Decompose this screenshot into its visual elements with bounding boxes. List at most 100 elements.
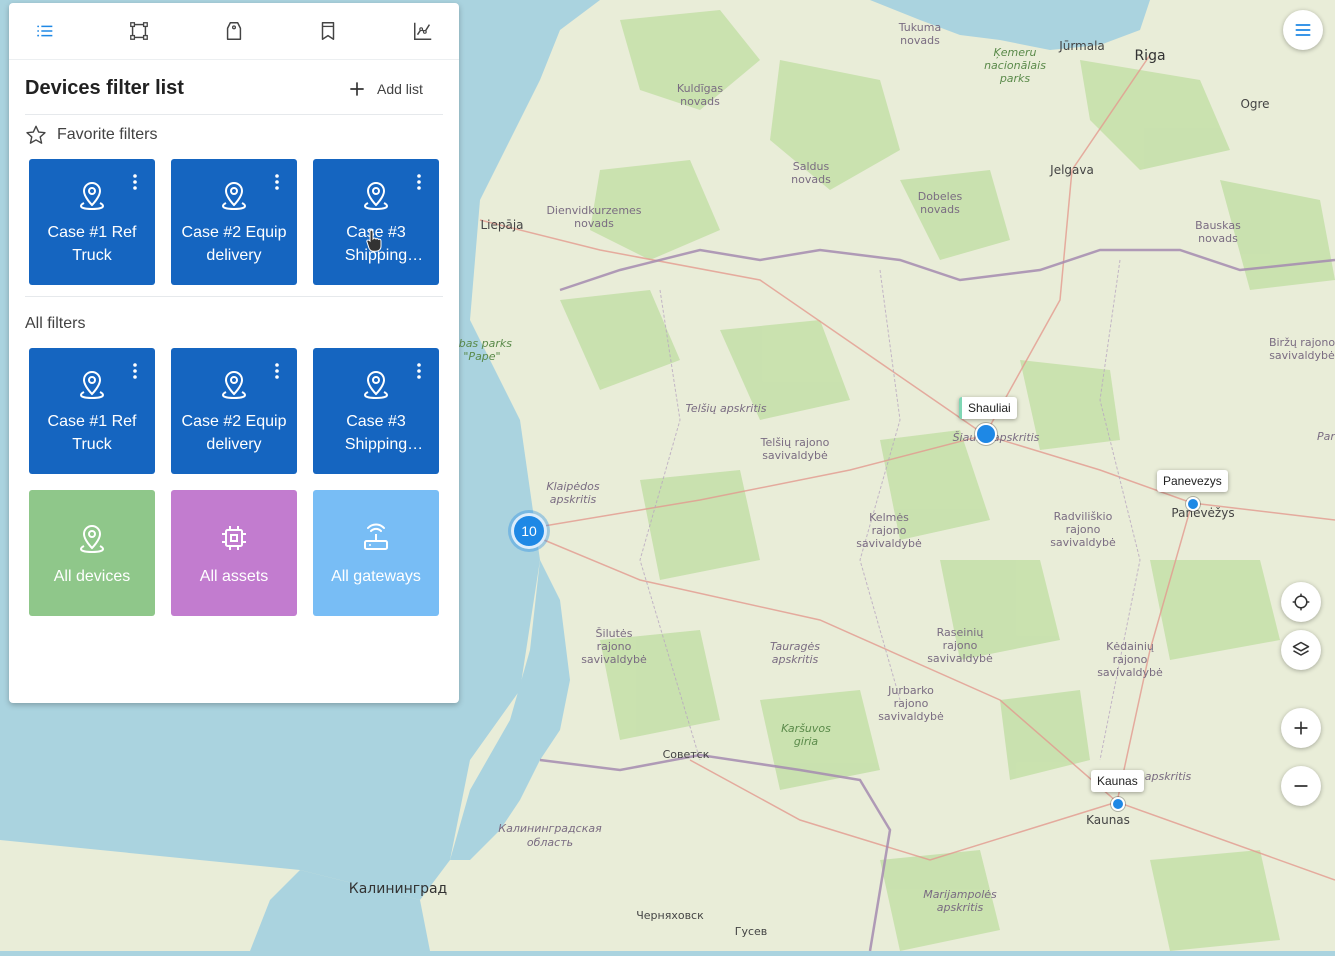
tile-label: Case #1 Ref Truck (47, 413, 137, 453)
divider (25, 296, 443, 297)
place-label: Panevėžys (1171, 506, 1234, 520)
place-label: Jurbarko (887, 684, 934, 697)
device-marker[interactable] (975, 423, 997, 445)
place-label: Kėdainių (1106, 640, 1154, 653)
favorite-tile-case-3[interactable]: Case #3 Shipping container (313, 159, 439, 285)
plus-icon (1294, 721, 1308, 735)
place-label: Ķemeru (994, 46, 1037, 59)
tab-analytics[interactable] (411, 19, 435, 43)
chart-icon (414, 22, 432, 40)
place-label: Karšuvos (781, 722, 831, 735)
map-pin-icon (218, 368, 250, 400)
tab-list[interactable] (33, 19, 57, 43)
filter-tile-all-assets[interactable]: All assets (171, 490, 297, 616)
place-label: Telšių rajono (760, 436, 830, 449)
place-label: Marijampolės (923, 888, 997, 901)
place-label: Tukuma (898, 21, 941, 34)
filter-tile-all-gateways[interactable]: All gateways (313, 490, 439, 616)
place-label: Radviliškio (1054, 510, 1113, 523)
place-label: parks (999, 72, 1031, 85)
place-label: rajono (597, 640, 632, 653)
place-label: nacionālais (984, 59, 1046, 72)
place-label: Kelmės (869, 511, 909, 524)
tile-label: Case #2 Equip delivery (181, 224, 287, 264)
add-list-button[interactable]: Add list (347, 77, 423, 101)
panel-toolbar (9, 3, 459, 60)
place-label: Гусев (735, 925, 768, 938)
device-marker[interactable] (1186, 497, 1200, 511)
add-list-label: Add list (377, 81, 423, 97)
bookmark-icon (321, 22, 335, 40)
place-label: novads (920, 203, 960, 216)
filter-tile-all-devices[interactable]: All devices (29, 490, 155, 616)
place-label: rajono (1066, 523, 1101, 536)
more-vertical-icon[interactable] (131, 362, 139, 380)
zoom-in-button[interactable] (1281, 708, 1321, 748)
device-marker[interactable] (1111, 797, 1125, 811)
zoom-out-button[interactable] (1281, 766, 1321, 806)
place-label: novads (791, 173, 831, 186)
place-label: savivaldybė (856, 537, 922, 550)
marker-cluster[interactable]: 10 (511, 513, 547, 549)
place-label: Par (1317, 430, 1335, 443)
map-pin-icon (76, 368, 108, 400)
filter-tile-case-1[interactable]: Case #1 Ref Truck (29, 348, 155, 474)
layers-button[interactable] (1281, 630, 1321, 670)
place-label: Telšių apskritis (686, 402, 767, 415)
filter-tile-case-2[interactable]: Case #2 Equip delivery (171, 348, 297, 474)
tab-bookmarks[interactable] (316, 19, 340, 43)
star-icon (26, 125, 46, 144)
tab-geofence[interactable] (127, 19, 151, 43)
favorite-tile-case-1[interactable]: Case #1 Ref Truck (29, 159, 155, 285)
place-label: apskritis (550, 493, 597, 506)
place-label: Biržų rajono (1269, 336, 1335, 349)
place-label: abas parks (452, 337, 512, 350)
place-label: Kaunas (1086, 813, 1130, 827)
place-label: Dienvidkurzemes (546, 204, 641, 217)
place-label: novads (680, 95, 720, 108)
more-vertical-icon[interactable] (273, 173, 281, 191)
place-label: Šilutės (596, 627, 633, 640)
place-label: savivaldybė (762, 449, 828, 462)
more-vertical-icon[interactable] (415, 362, 423, 380)
marker-label-panevezys: Panevezys (1157, 470, 1228, 492)
map-pin-icon (76, 179, 108, 211)
place-label: Kuldīgas (677, 82, 723, 95)
tab-tags[interactable] (222, 19, 246, 43)
chip-icon (218, 522, 250, 554)
tile-label: Case #3 Shipping container (344, 413, 408, 453)
map-menu-button[interactable] (1283, 10, 1323, 50)
place-label: savivaldybė (581, 653, 647, 666)
more-vertical-icon[interactable] (131, 173, 139, 191)
marker-label-kaunas: Kaunas (1091, 770, 1144, 792)
place-label: savivaldybė (1269, 349, 1335, 362)
more-vertical-icon[interactable] (273, 362, 281, 380)
favorite-tile-case-2[interactable]: Case #2 Equip delivery (171, 159, 297, 285)
plus-icon (350, 82, 364, 96)
place-label: Klaipėdos (546, 480, 600, 493)
place-label: Калининград (349, 881, 447, 897)
place-label: Ogre (1240, 97, 1269, 111)
place-label: Bauskas (1195, 219, 1241, 232)
place-label: Советск (663, 748, 710, 761)
place-label: apskritis (937, 901, 984, 914)
filter-tile-case-3[interactable]: Case #3 Shipping container (313, 348, 439, 474)
place-label: savivaldybė (927, 652, 993, 665)
map-pin-icon (218, 179, 250, 211)
locate-button[interactable] (1281, 582, 1321, 622)
favorites-heading-label: Favorite filters (57, 126, 158, 143)
place-label: savivaldybė (878, 710, 944, 723)
crosshair-icon (1292, 593, 1310, 611)
place-label: novads (1198, 232, 1238, 245)
more-vertical-icon[interactable] (415, 173, 423, 191)
place-label: rajono (872, 524, 907, 537)
place-label: Jelgava (1049, 163, 1094, 177)
place-label: rajono (943, 639, 978, 652)
tile-label: All assets (199, 568, 269, 585)
tile-label: All devices (53, 568, 131, 585)
place-label: novads (574, 217, 614, 230)
router-icon (360, 522, 392, 554)
map-pin-icon (76, 522, 108, 554)
place-label: Dobeles (918, 190, 963, 203)
layers-icon (1292, 641, 1310, 656)
